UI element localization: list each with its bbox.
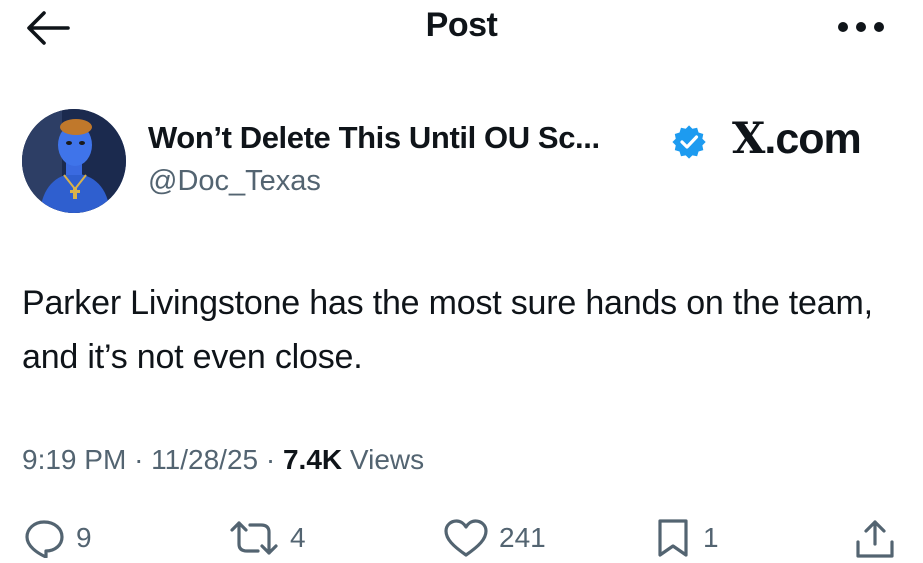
author-handle[interactable]: @Doc_Texas: [148, 165, 321, 198]
views-label[interactable]: Views: [350, 444, 424, 475]
more-options-button[interactable]: [831, 12, 891, 42]
post-text: Parker Livingstone has the most sure han…: [22, 284, 873, 376]
repost-count: 4: [290, 522, 306, 553]
post-metadata: 9:19 PM · 11/28/25 · 7.4K Views: [22, 444, 424, 476]
repost-icon: [230, 521, 278, 555]
separator: ·: [134, 444, 144, 475]
avatar[interactable]: [22, 109, 126, 213]
more-horizontal-icon: [838, 22, 884, 32]
views-count[interactable]: 7.4K: [283, 444, 342, 475]
page-title: Post: [425, 6, 498, 44]
reply-count: 9: [76, 522, 92, 553]
reply-button[interactable]: 9: [22, 518, 92, 558]
heart-icon: [444, 519, 488, 557]
post-time[interactable]: 9:19 PM: [22, 444, 126, 475]
author-display-name[interactable]: Won’t Delete This Until OU Sc...: [148, 120, 600, 156]
xcom-watermark: X.com: [732, 114, 862, 164]
share-button[interactable]: [853, 518, 897, 560]
bookmark-count: 1: [703, 522, 719, 553]
post-date[interactable]: 11/28/25: [151, 444, 258, 475]
reply-icon: [25, 520, 64, 558]
like-button[interactable]: 241: [443, 518, 546, 558]
avatar-image: [22, 109, 126, 213]
action-bar: 9 4 241 1: [0, 518, 923, 563]
verified-badge-icon: [671, 124, 707, 160]
xcom-domain: .com: [764, 115, 861, 163]
separator: ·: [265, 444, 276, 475]
share-icon: [856, 520, 894, 558]
x-logo-icon: X: [732, 114, 765, 164]
post-detail-view: Post Won’t Delete This Until OU Sc... X.…: [0, 0, 923, 563]
like-count: 241: [499, 522, 546, 553]
bookmark-button[interactable]: 1: [653, 518, 719, 558]
bookmark-icon: [658, 519, 688, 557]
repost-button[interactable]: 4: [228, 518, 306, 558]
